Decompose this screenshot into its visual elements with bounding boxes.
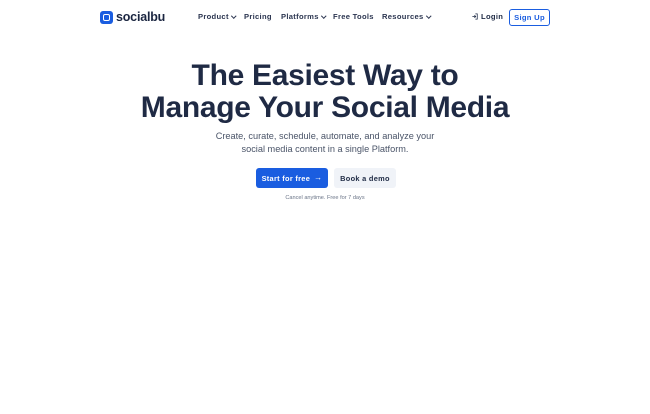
socialbu-logo-icon	[100, 10, 113, 24]
nav-item-label: Product	[198, 12, 229, 21]
nav-item-label: Free Tools	[333, 12, 374, 21]
nav-item-product[interactable]: Product	[198, 12, 237, 21]
login-link[interactable]: Login	[472, 12, 503, 21]
nav-item-platforms[interactable]: Platforms	[281, 12, 326, 21]
signup-button[interactable]: Sign Up	[509, 9, 550, 26]
chevron-down-icon	[231, 13, 237, 18]
nav-item-pricing[interactable]: Pricing	[244, 12, 272, 21]
login-label: Login	[481, 12, 504, 21]
nav-item-label: Platforms	[281, 12, 319, 21]
brand-logo[interactable]: socialbu	[100, 10, 165, 24]
chevron-down-icon	[425, 13, 431, 18]
nav-item-free-tools[interactable]: Free Tools	[333, 12, 374, 21]
top-navbar: socialbu Product Pricing Platforms Free …	[0, 0, 650, 34]
hero-subtitle-line-1: Create, curate, schedule, automate, and …	[215, 131, 435, 141]
hero-subtitle: Create, curate, schedule, automate, and …	[0, 130, 650, 155]
hero-subtitle-line-2: social media content in a single Platfor…	[241, 143, 409, 154]
hero-title-line-1: The Easiest Way to	[191, 59, 459, 92]
chevron-down-icon	[321, 13, 326, 18]
start-for-free-label: Start for free	[261, 173, 311, 183]
trial-note: Cancel anytime. Free for 7 days	[285, 195, 365, 201]
nav-item-label: Pricing	[244, 12, 272, 21]
login-icon	[472, 13, 478, 20]
hero-title: The Easiest Way to Manage Your Social Me…	[0, 60, 650, 124]
book-demo-button[interactable]: Book a demo	[334, 168, 396, 188]
start-for-free-button[interactable]: Start for free →	[256, 168, 328, 188]
arrow-right-icon: →	[314, 173, 323, 182]
nav-item-resources[interactable]: Resources	[382, 12, 431, 21]
nav-item-label: Resources	[382, 12, 424, 21]
hero-title-line-2: Manage Your Social Media	[140, 91, 510, 124]
brand-name: socialbu	[116, 10, 166, 24]
